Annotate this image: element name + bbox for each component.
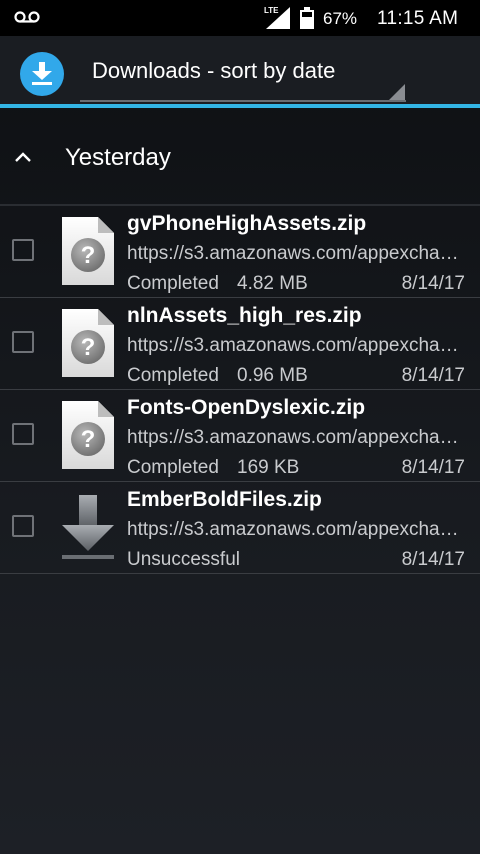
- file-status: Completed: [127, 457, 219, 478]
- file-name: EmberBoldFiles.zip: [127, 488, 322, 511]
- sort-spinner[interactable]: Downloads - sort by date: [80, 46, 406, 102]
- battery-percent: 67%: [323, 9, 358, 28]
- download-row[interactable]: ? gvPhoneHighAssets.zip https://s3.amazo…: [0, 206, 480, 298]
- voicemail-icon: [14, 11, 40, 23]
- action-bar: Downloads - sort by date: [0, 36, 480, 104]
- battery-icon: [300, 7, 314, 29]
- file-date: 8/14/17: [401, 273, 465, 294]
- download-icon[interactable]: [20, 52, 64, 96]
- file-size: 169 KB: [237, 457, 300, 478]
- clock: 11:15 AM: [377, 8, 459, 29]
- svg-text:?: ?: [81, 334, 96, 361]
- row-checkbox[interactable]: [12, 515, 34, 537]
- signal-icon: [266, 7, 290, 29]
- file-date: 8/14/17: [401, 549, 465, 570]
- section-title: Yesterday: [65, 144, 171, 171]
- unknown-file-icon: ?: [60, 307, 116, 379]
- download-row[interactable]: EmberBoldFiles.zip https://s3.amazonaws.…: [0, 482, 480, 574]
- row-checkbox[interactable]: [12, 331, 34, 353]
- file-size: 4.82 MB: [237, 273, 308, 294]
- row-checkbox[interactable]: [12, 423, 34, 445]
- chevron-up-icon[interactable]: [14, 150, 32, 164]
- download-arrow-icon: [60, 491, 116, 563]
- file-name: Fonts-OpenDyslexic.zip: [127, 396, 366, 419]
- file-url: https://s3.amazonaws.com/appexchange-pro…: [127, 519, 465, 540]
- file-status: Unsuccessful: [127, 549, 240, 570]
- file-name: nlnAssets_high_res.zip: [127, 304, 362, 327]
- download-list: ? gvPhoneHighAssets.zip https://s3.amazo…: [0, 206, 480, 574]
- file-url: https://s3.amazonaws.com/appexchange-pro…: [127, 427, 465, 448]
- download-row[interactable]: ? Fonts-OpenDyslexic.zip https://s3.amaz…: [0, 390, 480, 482]
- file-url: https://s3.amazonaws.com/appexchange-pro…: [127, 335, 465, 356]
- unknown-file-icon: ?: [60, 215, 116, 287]
- svg-text:?: ?: [81, 426, 96, 453]
- file-date: 8/14/17: [401, 365, 465, 386]
- spinner-dropdown-indicator: [389, 84, 405, 100]
- sort-spinner-label: Downloads - sort by date: [92, 58, 336, 83]
- row-checkbox[interactable]: [12, 239, 34, 261]
- file-name: gvPhoneHighAssets.zip: [127, 212, 367, 235]
- download-row[interactable]: ? nlnAssets_high_res.zip https://s3.amaz…: [0, 298, 480, 390]
- file-date: 8/14/17: [401, 457, 465, 478]
- file-size: 0.96 MB: [237, 365, 308, 386]
- row-divider: [0, 573, 480, 574]
- file-status: Completed: [127, 365, 219, 386]
- file-status: Completed: [127, 273, 219, 294]
- status-bar: LTE 67% 11:15 AM: [0, 0, 480, 36]
- unknown-file-icon: ?: [60, 399, 116, 471]
- svg-text:?: ?: [81, 242, 96, 269]
- file-url: https://s3.amazonaws.com/appexchange-pro…: [127, 243, 465, 264]
- section-header[interactable]: Yesterday: [0, 108, 480, 206]
- spinner-underline: [80, 100, 406, 102]
